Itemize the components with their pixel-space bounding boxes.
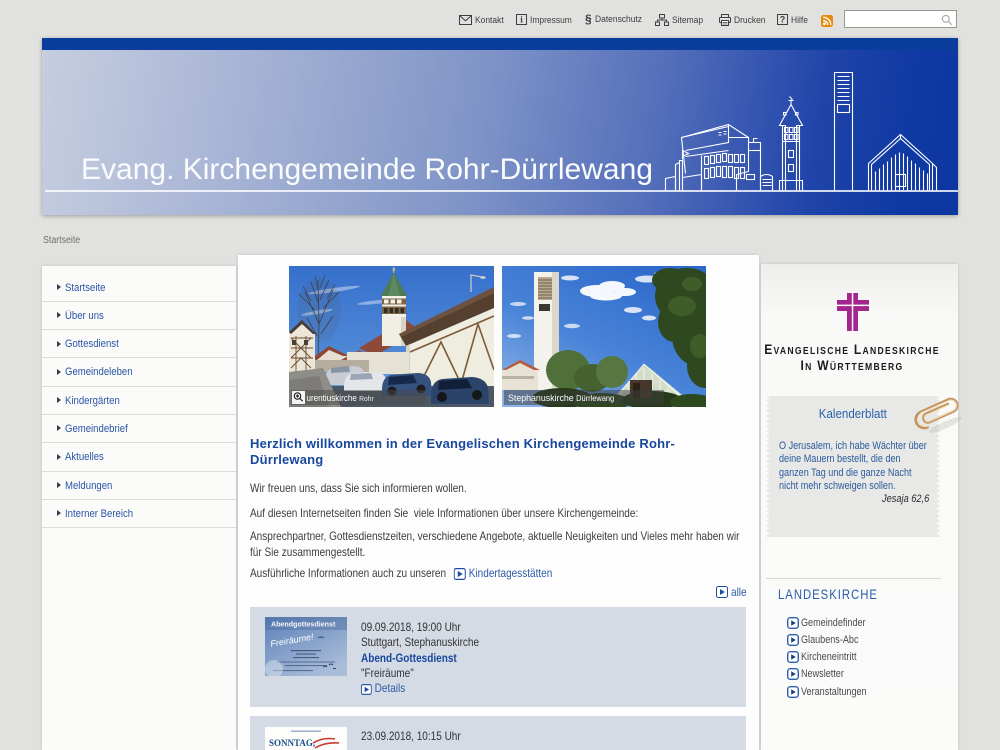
svg-text:Stephanuskirche Dürrlewang: Stephanuskirche Dürrlewang xyxy=(508,393,614,403)
svg-text:i: i xyxy=(520,15,523,25)
svg-text:Abendgottesdienst: Abendgottesdienst xyxy=(271,619,336,628)
svg-text:SONNTAG,: SONNTAG, xyxy=(269,738,315,748)
svg-text:urentiuskirche Rohr: urentiuskirche Rohr xyxy=(307,393,375,404)
svg-text:?: ? xyxy=(780,15,786,25)
